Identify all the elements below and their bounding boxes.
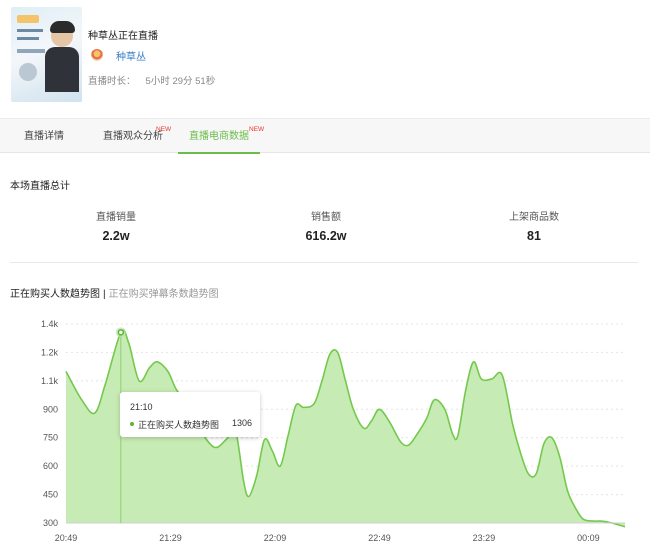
x-tick-label: 20:49 — [55, 533, 78, 543]
cover-decoration — [17, 37, 39, 40]
x-tick-label: 23:29 — [473, 533, 496, 543]
cover-person-hair — [50, 21, 75, 33]
stat-label-revenue: 销售额 — [311, 212, 341, 223]
stream-header: 种草丛正在直播 种草丛 直播时长： 5小时 29分 51秒 — [0, 0, 650, 118]
new-badge: NEW — [249, 126, 265, 133]
y-tick-label: 900 — [43, 404, 58, 414]
y-tick-label: 1.4k — [41, 319, 59, 329]
tab-ecommerce-data[interactable]: 直播电商数据 NEW — [178, 119, 264, 154]
anchor-row[interactable]: 种草丛 — [88, 48, 146, 63]
chart-tab-buyers-trend[interactable]: 正在购买人数趋势图 — [10, 289, 100, 300]
stat-value-product-count: 81 — [527, 229, 541, 243]
anchor-name-link[interactable]: 种草丛 — [116, 48, 146, 63]
tab-label: 直播详情 — [24, 131, 64, 142]
tooltip-series-name: 正在购买人数趋势图 — [138, 420, 220, 430]
stat-label-sales-volume: 直播销量 — [96, 212, 136, 223]
stream-duration: 直播时长： 5小时 29分 51秒 — [88, 73, 215, 87]
stream-cover-image[interactable] — [11, 7, 82, 102]
cover-decoration — [17, 29, 43, 32]
tab-label: 直播电商数据 — [189, 131, 249, 142]
tab-bar: 直播详情 直播观众分析 NEW 直播电商数据 NEW — [0, 118, 650, 154]
hover-point — [117, 329, 125, 336]
tooltip-time: 21:10 — [130, 402, 153, 412]
new-badge: NEW — [156, 126, 172, 133]
cover-decoration — [17, 49, 45, 53]
y-tick-label: 450 — [43, 490, 58, 500]
chart-switcher: 正在购买人数趋势图 | 正在购买弹幕条数趋势图 — [10, 285, 219, 300]
tab-live-details[interactable]: 直播详情 — [0, 119, 88, 154]
cover-decoration — [17, 15, 39, 23]
duration-value: 5小时 29分 51秒 — [145, 76, 216, 87]
tooltip-value: 1306 — [231, 418, 252, 428]
cover-person — [45, 47, 79, 92]
tab-audience-analysis[interactable]: 直播观众分析 NEW — [88, 119, 178, 154]
x-tick-label: 21:29 — [159, 533, 182, 543]
stat-value-revenue: 616.2w — [305, 229, 347, 243]
duration-label: 直播时长： — [88, 76, 136, 87]
chart-tab-separator: | — [103, 289, 106, 300]
y-tick-label: 1.1k — [41, 376, 59, 386]
chart-tab-danmaku-trend[interactable]: 正在购买弹幕条数趋势图 — [109, 289, 219, 300]
stream-title: 种草丛正在直播 — [88, 31, 158, 42]
y-tick-label: 300 — [43, 518, 58, 528]
anchor-avatar-icon — [91, 49, 103, 61]
x-tick-label: 22:09 — [264, 533, 287, 543]
y-tick-label: 1.2k — [41, 347, 59, 357]
chart-tooltip: 21:10 正在购买人数趋势图 1306 — [120, 392, 260, 437]
y-tick-label: 750 — [43, 433, 58, 443]
tooltip-series-dot — [130, 422, 134, 426]
stat-value-sales-volume: 2.2w — [102, 229, 130, 243]
x-tick-label: 22:49 — [368, 533, 391, 543]
x-tick-label: 00:09 — [577, 533, 600, 543]
tab-label: 直播观众分析 — [103, 131, 163, 142]
y-tick-label: 600 — [43, 461, 58, 471]
section-divider — [10, 262, 638, 263]
buyers-trend-chart[interactable]: 300 450 600 750 900 1.1k 1.2k 1.4k 20:49 21:29 22:… — [0, 300, 650, 553]
stat-label-product-count: 上架商品数 — [509, 212, 559, 223]
cover-decoration — [19, 63, 37, 81]
summary-title: 本场直播总计 — [10, 181, 70, 192]
